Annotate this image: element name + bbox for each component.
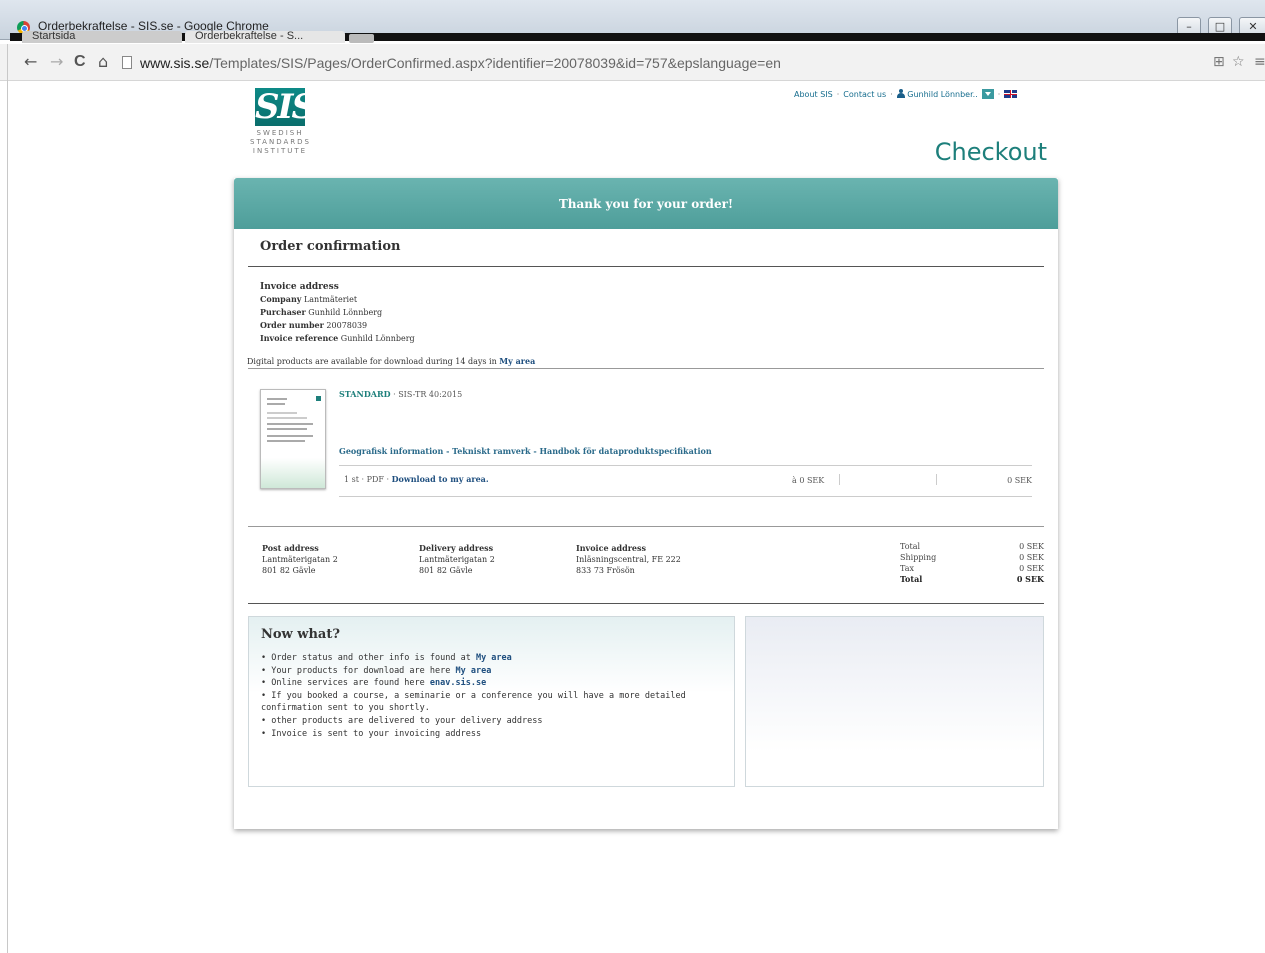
- address-bar[interactable]: www.sis.se/Templates/SIS/Pages/OrderConf…: [118, 53, 1198, 75]
- top-links: About SIS · Contact us · Gunhild Lönnber.. ·: [794, 89, 1018, 99]
- digital-note: Digital products are available for downl…: [247, 356, 536, 366]
- list-item: Invoice is sent to your invoicing addres…: [261, 728, 691, 741]
- sis-logo-mark: SIS: [255, 87, 315, 127]
- side-panel: [745, 616, 1044, 787]
- my-area-link[interactable]: My area: [476, 653, 512, 663]
- invoice-address: Invoice address Inläsningscentral, FE 22…: [576, 543, 681, 575]
- delivery-address: Delivery address Lantmäterigatan 2 801 8…: [419, 543, 495, 575]
- uk-flag-icon[interactable]: [1004, 90, 1018, 98]
- invoice-summary: Invoice address Company Lantmäteriet Pur…: [260, 282, 415, 343]
- my-area-link[interactable]: My area: [455, 666, 491, 676]
- tab-orderbekraftelse[interactable]: Orderbekraftelse - S...: [185, 31, 345, 43]
- product-thumbnail[interactable]: [260, 389, 326, 489]
- banner-text: Thank you for your order!: [558, 197, 734, 211]
- divider: [248, 266, 1044, 267]
- about-link[interactable]: About SIS: [794, 90, 833, 99]
- thank-you-banner: Thank you for your order!: [234, 178, 1058, 229]
- product-quantity-line: 1 st · PDF · Download to my area.: [344, 474, 489, 484]
- order-totals: Total 0 SEK Shipping 0 SEK Tax 0 SEK Total 0…: [900, 541, 1044, 585]
- list-item: If you booked a course, a seminarie or a…: [261, 690, 691, 715]
- divider: [248, 526, 1044, 527]
- list-item: other products are delivered to your del…: [261, 715, 691, 728]
- window-edge: [7, 44, 8, 953]
- sis-logo[interactable]: SIS SWEDISH STANDARDS INSTITUTE: [250, 88, 310, 164]
- divider: [339, 465, 1032, 466]
- bookmark-star-icon[interactable]: ☆: [1232, 54, 1245, 70]
- product-type: STANDARD · SIS-TR 40:2015: [339, 389, 463, 399]
- home-button[interactable]: ⌂: [98, 54, 108, 70]
- shipping-row: Shipping 0 SEK: [900, 553, 1044, 562]
- url-text[interactable]: www.sis.se/Templates/SIS/Pages/OrderConf…: [140, 55, 781, 71]
- download-link[interactable]: Download to my area.: [392, 474, 489, 484]
- user-dropdown-icon[interactable]: [981, 89, 994, 99]
- tax-row: Tax 0 SEK: [900, 564, 1044, 573]
- browser-toolbar: ← → C ⌂ www.sis.se/Templates/SIS/Pages/O…: [0, 44, 1265, 81]
- user-name-link[interactable]: Gunhild Lönnber..: [907, 90, 977, 99]
- order-card: Thank you for your order! Order confirma…: [234, 178, 1058, 829]
- unit-price: à 0 SEK: [792, 476, 825, 485]
- forward-button[interactable]: →: [50, 54, 63, 70]
- divider: [248, 603, 1044, 604]
- tab-startsida[interactable]: Startsida: [22, 31, 182, 43]
- divider: [339, 496, 1032, 497]
- back-button[interactable]: ←: [24, 54, 37, 70]
- product-code: SIS-TR 40:2015: [398, 390, 463, 399]
- new-tab-button[interactable]: [349, 34, 374, 43]
- divider: [839, 474, 840, 485]
- now-what-title: Now what?: [261, 627, 340, 642]
- contact-link[interactable]: Contact us: [843, 90, 886, 99]
- now-what-panel: Now what? Order status and other info is…: [248, 616, 735, 787]
- divider: [936, 474, 937, 485]
- translate-icon[interactable]: ⊞: [1213, 54, 1225, 70]
- chrome-menu-icon[interactable]: ≡: [1254, 54, 1265, 70]
- now-what-list: Order status and other info is found at …: [261, 652, 691, 740]
- total-row: Total 0 SEK: [900, 542, 1044, 551]
- page-icon: [122, 56, 132, 69]
- page-title: Checkout: [934, 138, 1047, 166]
- reload-button[interactable]: C: [74, 54, 86, 70]
- enav-link[interactable]: enav.sis.se: [430, 678, 486, 688]
- company-value: Lantmäteriet: [303, 295, 358, 304]
- divider: [248, 368, 1044, 369]
- list-item: Online services are found here enav.sis.…: [261, 677, 691, 690]
- section-title: Order confirmation: [260, 239, 401, 254]
- list-item: Your products for download are here My a…: [261, 665, 691, 678]
- grand-total-row: Total 0 SEK: [900, 574, 1044, 584]
- product-name-link[interactable]: Geografisk information - Tekniskt ramver…: [339, 446, 712, 456]
- invoice-reference-value: Gunhild Lönnberg: [340, 334, 415, 343]
- user-icon: [896, 89, 905, 98]
- my-area-link[interactable]: My area: [499, 356, 535, 366]
- purchaser-value: Gunhild Lönnberg: [308, 308, 383, 317]
- post-address: Post address Lantmäterigatan 2 801 82 Gä…: [262, 543, 338, 575]
- logo-subtitle: SWEDISH STANDARDS INSTITUTE: [250, 129, 311, 155]
- line-total: 0 SEK: [1007, 476, 1032, 485]
- order-number-value: 20078039: [326, 321, 368, 330]
- list-item: Order status and other info is found at …: [261, 652, 691, 665]
